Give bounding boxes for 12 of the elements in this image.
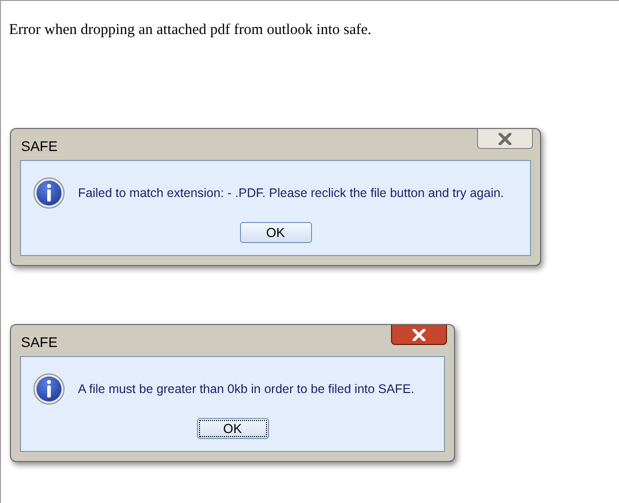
close-icon bbox=[411, 328, 427, 340]
error-message: Failed to match extension: - .PDF. Please reclick the file button and try again. bbox=[78, 184, 504, 202]
close-icon bbox=[497, 132, 513, 144]
page-heading: Error when dropping an attached pdf from outlook into safe. bbox=[9, 21, 372, 40]
window-title: SAFE bbox=[21, 137, 58, 156]
info-icon bbox=[33, 373, 65, 405]
close-button[interactable] bbox=[391, 325, 447, 345]
ok-button[interactable]: OK bbox=[196, 418, 268, 439]
error-message: A file must be greater than 0kb in order to be filed into SAFE. bbox=[78, 380, 414, 398]
window-title: SAFE bbox=[21, 333, 58, 352]
info-icon bbox=[33, 177, 65, 209]
ok-button[interactable]: OK bbox=[240, 222, 312, 243]
